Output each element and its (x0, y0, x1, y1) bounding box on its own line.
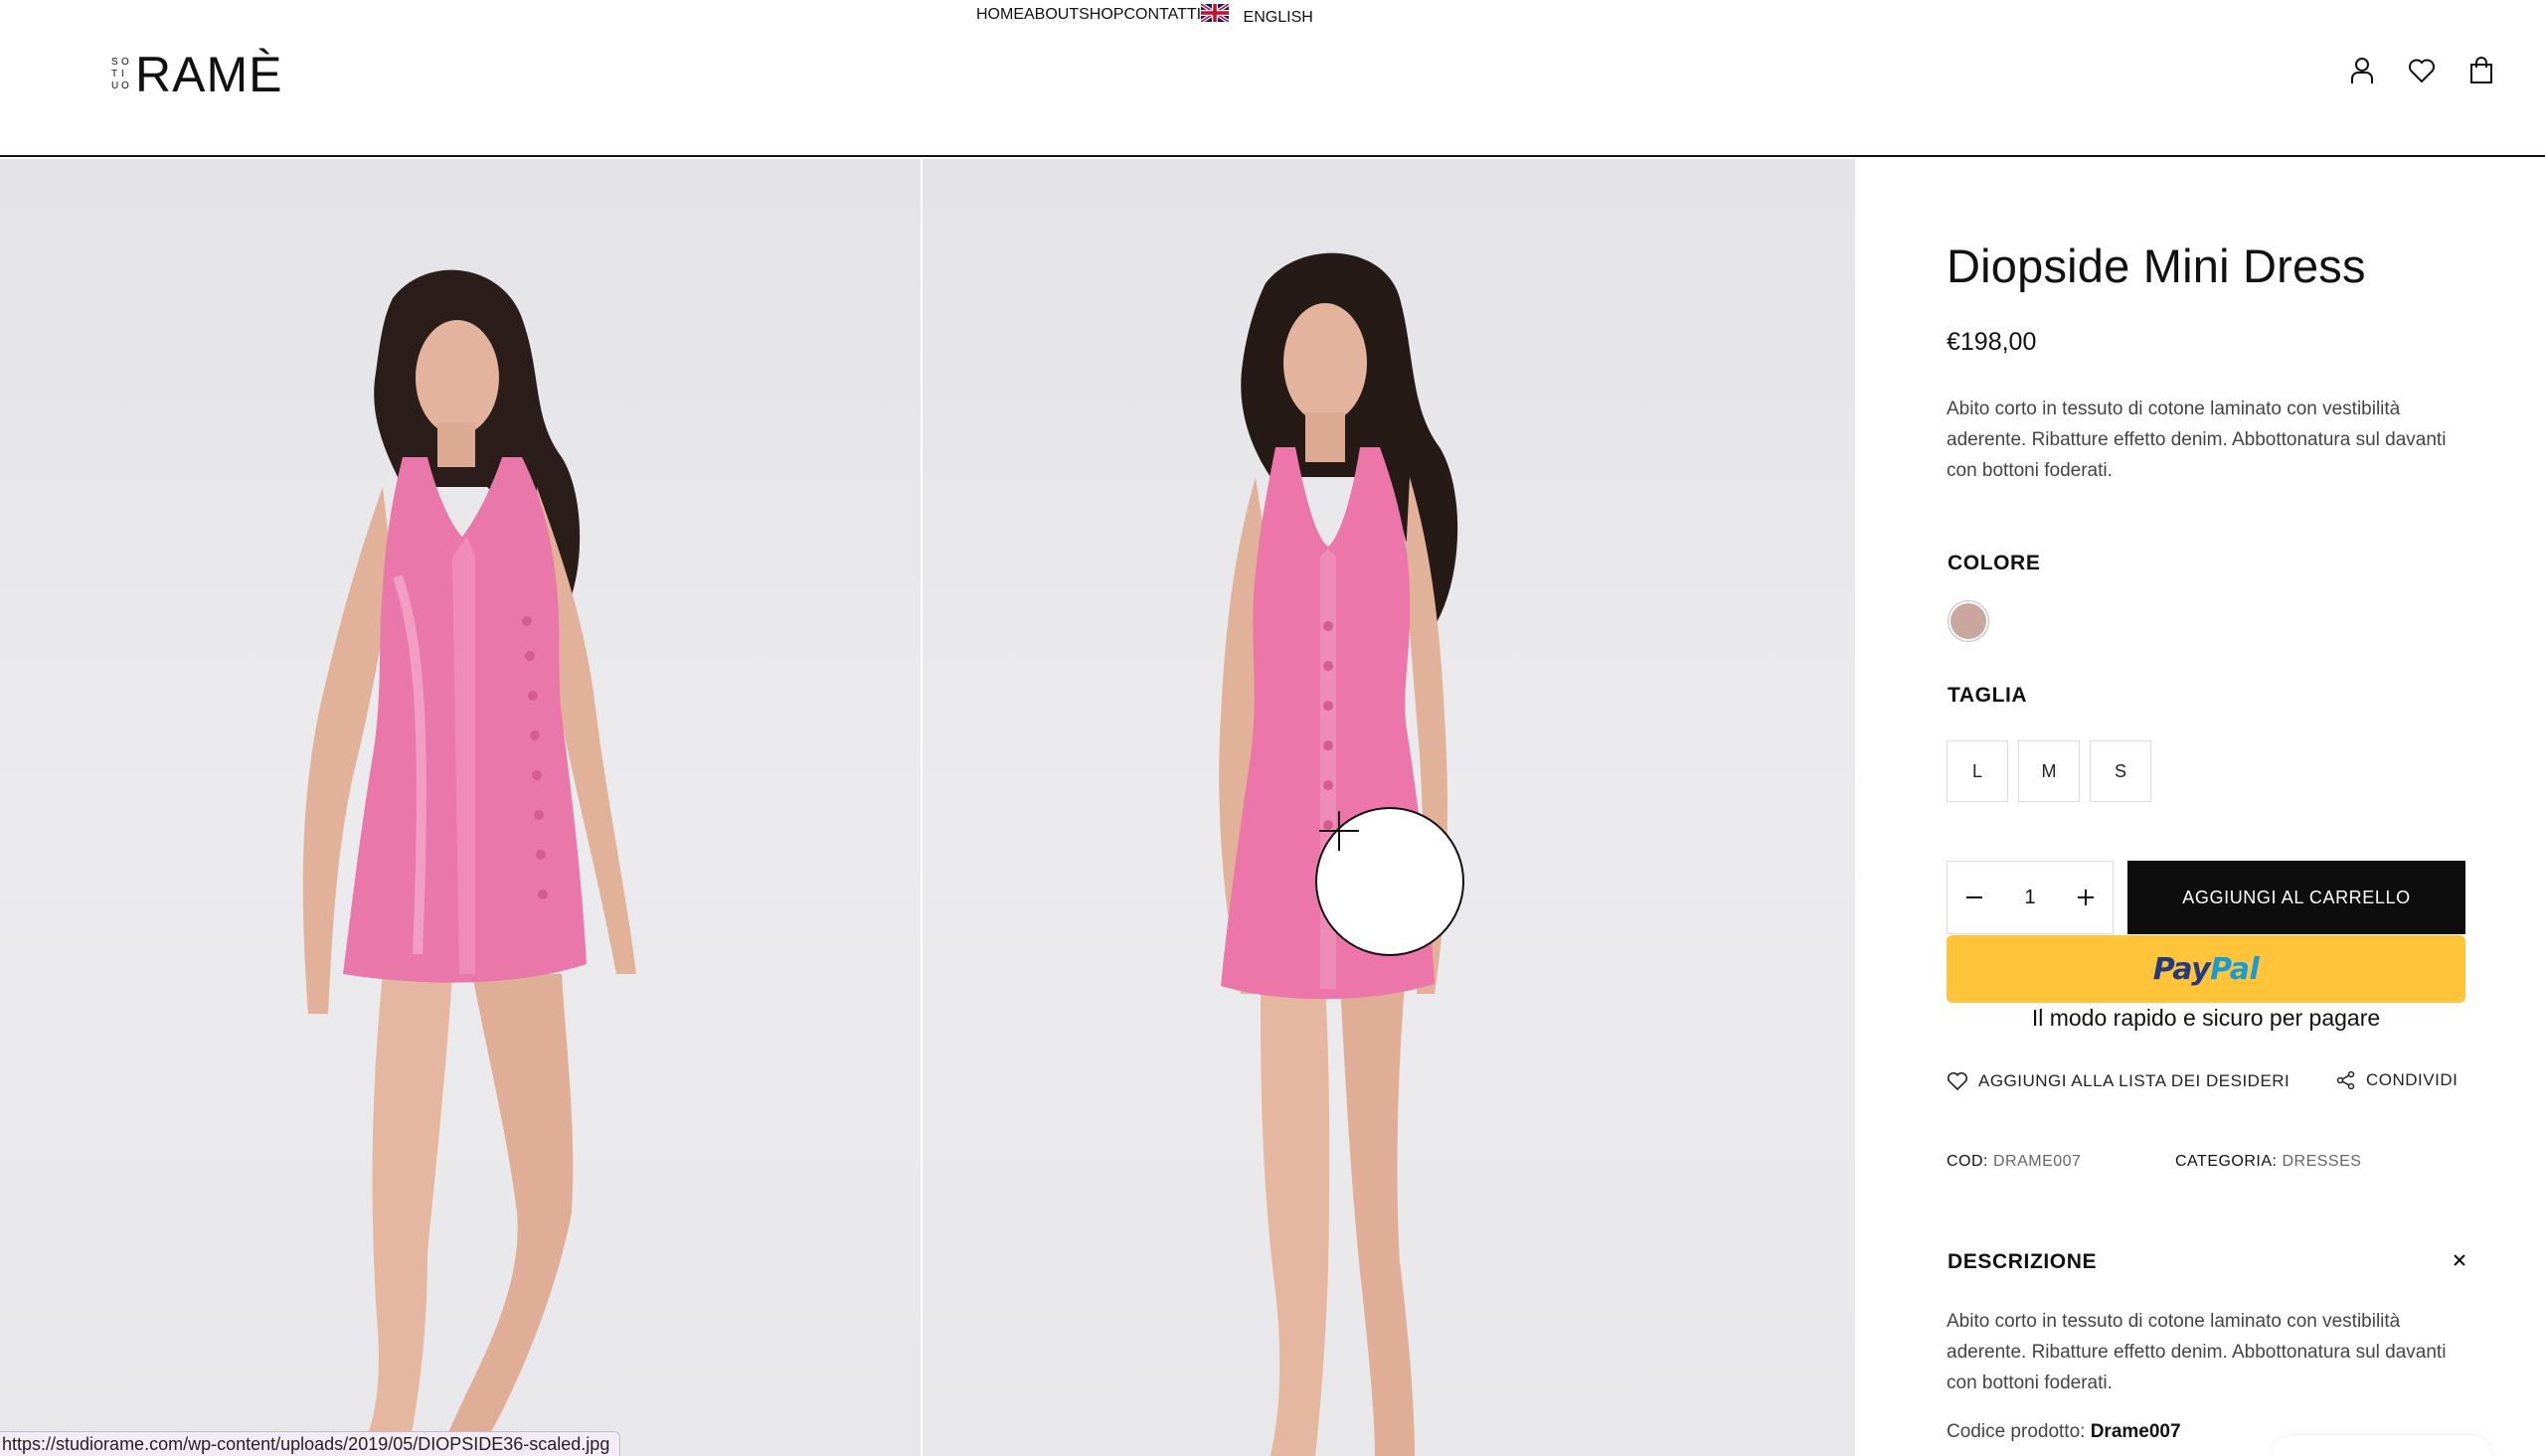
share-link[interactable]: CONDIVIDI (2336, 1070, 2458, 1090)
nav-about[interactable]: ABOUT (1024, 6, 1079, 24)
minus-icon[interactable] (1965, 889, 1983, 906)
sku-meta: COD: DRAME007 (1947, 1153, 2081, 1171)
description-heading: DESCRIZIONE (1948, 1250, 2098, 1273)
size-option-m[interactable]: M (2018, 740, 2080, 802)
nav-home[interactable]: HOME (976, 6, 1024, 24)
sku-label: COD: (1947, 1153, 1988, 1170)
logo-studio-letters: S O T I U O (111, 57, 129, 91)
size-label: TAGLIA (1948, 684, 2028, 707)
add-to-cart-button[interactable]: AGGIUNGI AL CARRELLO (2127, 861, 2465, 934)
wishlist-heart-icon[interactable] (2408, 56, 2436, 85)
language-switcher[interactable]: ENGLISH (1201, 3, 1313, 27)
language-label: ENGLISH (1243, 8, 1313, 26)
uk-flag-icon (1201, 3, 1230, 22)
product-code-label: Codice prodotto: (1947, 1421, 2086, 1442)
product-description: Abito corto in tessuto di cotone laminat… (1947, 1311, 2447, 1393)
paypal-logo: PayPal (2152, 951, 2260, 987)
zoom-button[interactable] (1315, 807, 1464, 956)
nav-shop[interactable]: SHOP (1079, 6, 1123, 24)
main-nav: HOME ABOUT SHOP CONTATTI ENGLISH (976, 0, 1313, 30)
heart-icon (1947, 1072, 1968, 1091)
plus-icon (1319, 811, 1359, 851)
product-title: Diopside Mini Dress (1947, 240, 2366, 292)
nav-contatti[interactable]: CONTATTI (1123, 6, 1201, 24)
header-actions (2348, 56, 2495, 85)
site-logo[interactable]: S O T I U O RAMÈ (111, 47, 283, 102)
share-label: CONDIVIDI (2366, 1070, 2459, 1089)
size-options: L M S (1947, 740, 2151, 802)
product-summary: Diopside Mini Dress €198,00 Abito corto … (1855, 159, 2545, 1456)
size-option-s[interactable]: S (2090, 740, 2151, 802)
product-gallery (0, 159, 1855, 1456)
sku-value: DRAME007 (1992, 1153, 2082, 1170)
add-to-wishlist-link[interactable]: AGGIUNGI ALLA LISTA DEI DESIDERI (1947, 1071, 2290, 1091)
product-price: €198,00 (1947, 328, 2037, 356)
quantity-value[interactable]: 1 (2024, 887, 2035, 909)
share-icon (2336, 1070, 2355, 1090)
size-option-l[interactable]: L (1947, 740, 2008, 802)
product-code: Codice prodotto: Drame007 (1947, 1421, 2181, 1443)
site-header: S O T I U O RAMÈ HOME ABOUT SHOP CONTATT… (0, 0, 2545, 157)
description-accordion-header[interactable]: DESCRIZIONE (1948, 1250, 2466, 1274)
floating-widget[interactable] (2273, 1436, 2491, 1456)
product-photo-2[interactable] (923, 159, 1855, 1456)
category-meta: CATEGORIA: DRESSES (2175, 1153, 2361, 1171)
category-link[interactable]: DRESSES (2282, 1153, 2361, 1170)
quantity-stepper: 1 (1947, 861, 2114, 934)
color-label: COLORE (1948, 552, 2041, 574)
close-icon[interactable] (2453, 1253, 2466, 1272)
category-label: CATEGORIA: (2175, 1153, 2278, 1170)
product-code-value: Drame007 (2090, 1421, 2181, 1442)
shopping-bag-icon[interactable] (2467, 56, 2495, 85)
wishlist-label: AGGIUNGI ALLA LISTA DEI DESIDERI (1978, 1071, 2290, 1090)
paypal-button[interactable]: PayPal (1947, 935, 2465, 1003)
color-swatch[interactable] (1951, 603, 1986, 639)
browser-status-url: https://studiorame.com/wp-content/upload… (0, 1431, 621, 1456)
logo-wordmark: RAMÈ (135, 47, 283, 102)
account-icon[interactable] (2348, 56, 2376, 85)
product-photo-1[interactable] (0, 159, 921, 1456)
paypal-tagline: Il modo rapido e sicuro per pagare (2031, 1005, 2381, 1031)
product-short-description: Abito corto in tessuto di cotone laminat… (1947, 399, 2447, 481)
model-figure-left (302, 269, 636, 1456)
plus-icon[interactable] (2077, 889, 2095, 906)
